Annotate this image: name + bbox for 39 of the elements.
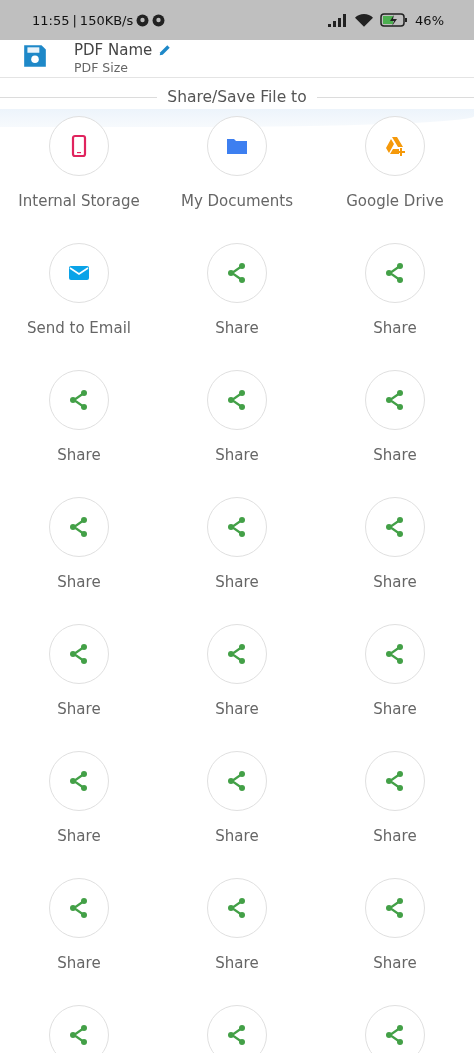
share-target-button[interactable] (365, 1005, 425, 1053)
pencil-icon (158, 43, 173, 57)
signal-icon (328, 13, 349, 27)
notification-icon (152, 13, 166, 27)
share-target-button[interactable] (207, 1005, 267, 1053)
target-label: Share (215, 954, 259, 972)
target-label: Internal Storage (18, 192, 140, 210)
target-label: Share (373, 319, 417, 337)
target-label: Share (57, 954, 101, 972)
file-size: PDF Size (74, 60, 129, 75)
target-label: Share (57, 827, 101, 845)
target-label: Share (215, 573, 259, 591)
target-label: Share (373, 954, 417, 972)
battery-level: 46% (415, 12, 444, 28)
target-label: Share (215, 319, 259, 337)
drive-icon (383, 134, 407, 158)
target-label: Share (373, 573, 417, 591)
notification-icon (136, 13, 150, 27)
target-label: Share (373, 446, 417, 464)
file-name: PDF Name (74, 41, 153, 59)
battery-icon (380, 13, 409, 27)
network-speed: 150KB/s (79, 12, 134, 28)
status-time: 11:55 (32, 12, 70, 28)
target-label: Google Drive (346, 192, 444, 210)
target-label: Share (57, 446, 101, 464)
share-target-button[interactable] (49, 1005, 109, 1053)
target-label: Send to Email (27, 319, 131, 337)
section-title: Share/Save File to (167, 88, 307, 106)
target-label: My Documents (180, 192, 294, 210)
target-label: Share (373, 827, 417, 845)
target-label: Share (373, 700, 417, 718)
target-label: Share (215, 700, 259, 718)
target-label: Share (57, 700, 101, 718)
save-icon (22, 43, 48, 69)
target-label: Share (215, 446, 259, 464)
wifi-icon (355, 13, 374, 27)
target-label: Share (215, 827, 259, 845)
target-label: Share (57, 573, 101, 591)
status-divider: | (72, 12, 77, 28)
